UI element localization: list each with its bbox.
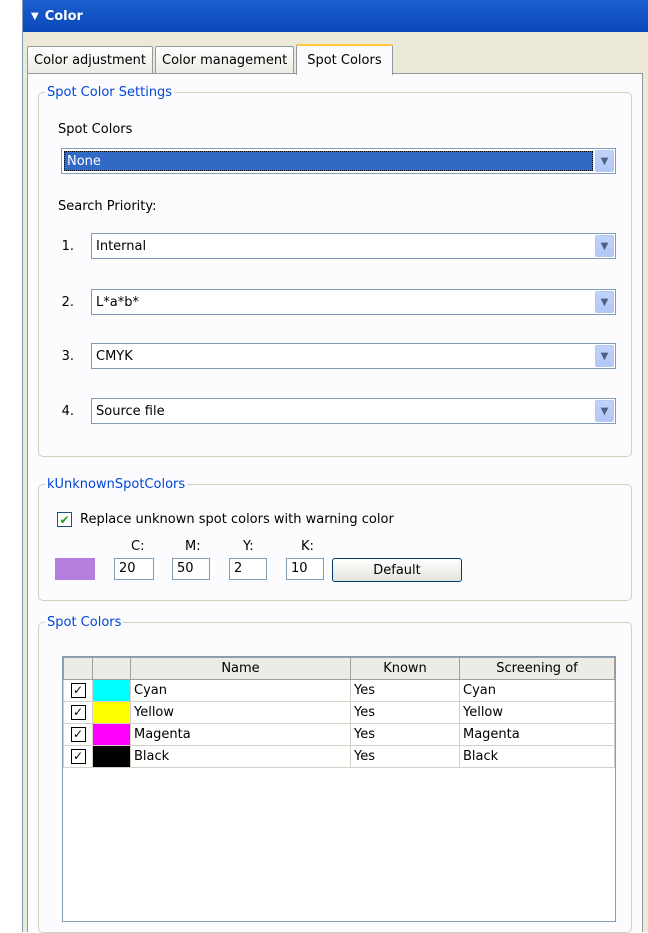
priority-3-dropdown[interactable]: CMYK ▼ [91, 343, 616, 369]
row-name: Cyan [130, 679, 351, 702]
row-check-cell[interactable]: ✓ [63, 701, 93, 724]
collapse-triangle-icon[interactable]: ▼ [31, 11, 39, 22]
row-check-cell[interactable]: ✓ [63, 679, 93, 702]
header-name[interactable]: Name [130, 657, 351, 680]
k-label: K: [301, 539, 314, 554]
tab-content: Spot Color Settings Spot Colors None ▼ S… [27, 73, 643, 933]
chevron-down-icon[interactable]: ▼ [595, 345, 614, 367]
m-label: M: [185, 539, 201, 554]
replace-unknown-label: Replace unknown spot colors with warning… [80, 512, 394, 527]
row-checkbox[interactable]: ✓ [70, 726, 86, 742]
tab-strip: Color adjustment Color management Spot C… [27, 44, 395, 75]
header-color[interactable] [92, 657, 131, 680]
row-name: Magenta [130, 723, 351, 746]
replace-unknown-row: ✔ Replace unknown spot colors with warni… [57, 512, 394, 527]
tab-color-management[interactable]: Color management [155, 46, 295, 74]
y-label: Y: [243, 539, 254, 554]
y-input[interactable]: 2 [229, 558, 267, 580]
priority-number-3: 3. [61, 349, 74, 364]
row-known: Yes [350, 723, 460, 746]
c-label: C: [131, 539, 145, 554]
color-panel: ▼ Color Color adjustment Color managemen… [22, 0, 648, 933]
priority-1-value: Internal [96, 238, 147, 254]
tab-color-adjustment[interactable]: Color adjustment [27, 46, 154, 74]
chevron-down-icon[interactable]: ▼ [595, 235, 614, 257]
chevron-down-icon[interactable]: ▼ [595, 291, 614, 313]
row-screening: Cyan [459, 679, 615, 702]
row-name: Yellow [130, 701, 351, 724]
table-row[interactable]: ✓ Magenta Yes Magenta [63, 723, 615, 746]
c-input[interactable]: 20 [114, 558, 154, 580]
spot-colors-label: Spot Colors [58, 122, 133, 137]
row-color-swatch [92, 679, 131, 702]
table-row[interactable]: ✓ Black Yes Black [63, 745, 615, 768]
spot-color-settings-legend: Spot Color Settings [47, 85, 173, 100]
panel-title: Color [44, 8, 83, 24]
row-color-swatch [92, 745, 131, 768]
chevron-down-icon[interactable]: ▼ [595, 400, 614, 422]
row-known: Yes [350, 679, 460, 702]
priority-2-value: L*a*b* [96, 294, 139, 310]
spot-colors-dropdown[interactable]: None ▼ [61, 148, 616, 174]
default-button[interactable]: Default [332, 558, 462, 582]
priority-number-4: 4. [61, 404, 74, 419]
unknown-spot-colors-group: kUnknownSpotColors [38, 477, 632, 601]
priority-3-value: CMYK [96, 348, 133, 364]
unknown-spot-colors-legend: kUnknownSpotColors [47, 477, 186, 492]
row-name: Black [130, 745, 351, 768]
priority-number-2: 2. [61, 295, 74, 310]
header-check[interactable] [63, 657, 93, 680]
row-color-swatch [92, 723, 131, 746]
row-checkbox[interactable]: ✓ [70, 682, 86, 698]
row-screening: Magenta [459, 723, 615, 746]
spot-colors-table: Name Known Screening of ✓ Cyan Yes Cyan … [63, 657, 615, 768]
row-screening: Yellow [459, 701, 615, 724]
chevron-down-icon[interactable]: ▼ [595, 150, 614, 172]
replace-unknown-checkbox[interactable]: ✔ [57, 512, 72, 527]
priority-4-dropdown[interactable]: Source file ▼ [91, 398, 616, 424]
priority-number-1: 1. [61, 239, 74, 254]
header-screening[interactable]: Screening of [459, 657, 615, 680]
row-color-swatch [92, 701, 131, 724]
panel-titlebar[interactable]: ▼ Color [23, 0, 648, 32]
warning-color-swatch[interactable] [55, 558, 95, 580]
priority-2-dropdown[interactable]: L*a*b* ▼ [91, 289, 616, 315]
table-row[interactable]: ✓ Yellow Yes Yellow [63, 701, 615, 724]
tab-spot-colors[interactable]: Spot Colors [296, 44, 393, 75]
search-priority-label: Search Priority: [58, 199, 157, 214]
spot-colors-list-legend: Spot Colors [47, 615, 122, 630]
k-input[interactable]: 10 [286, 558, 324, 580]
priority-4-value: Source file [96, 403, 165, 419]
row-checkbox[interactable]: ✓ [70, 748, 86, 764]
row-check-cell[interactable]: ✓ [63, 745, 93, 768]
row-checkbox[interactable]: ✓ [70, 704, 86, 720]
row-known: Yes [350, 745, 460, 768]
table-row[interactable]: ✓ Cyan Yes Cyan [63, 679, 615, 702]
row-check-cell[interactable]: ✓ [63, 723, 93, 746]
row-known: Yes [350, 701, 460, 724]
m-input[interactable]: 50 [172, 558, 210, 580]
priority-1-dropdown[interactable]: Internal ▼ [91, 233, 616, 259]
header-known[interactable]: Known [350, 657, 460, 680]
spot-colors-value: None [64, 151, 593, 171]
row-screening: Black [459, 745, 615, 768]
